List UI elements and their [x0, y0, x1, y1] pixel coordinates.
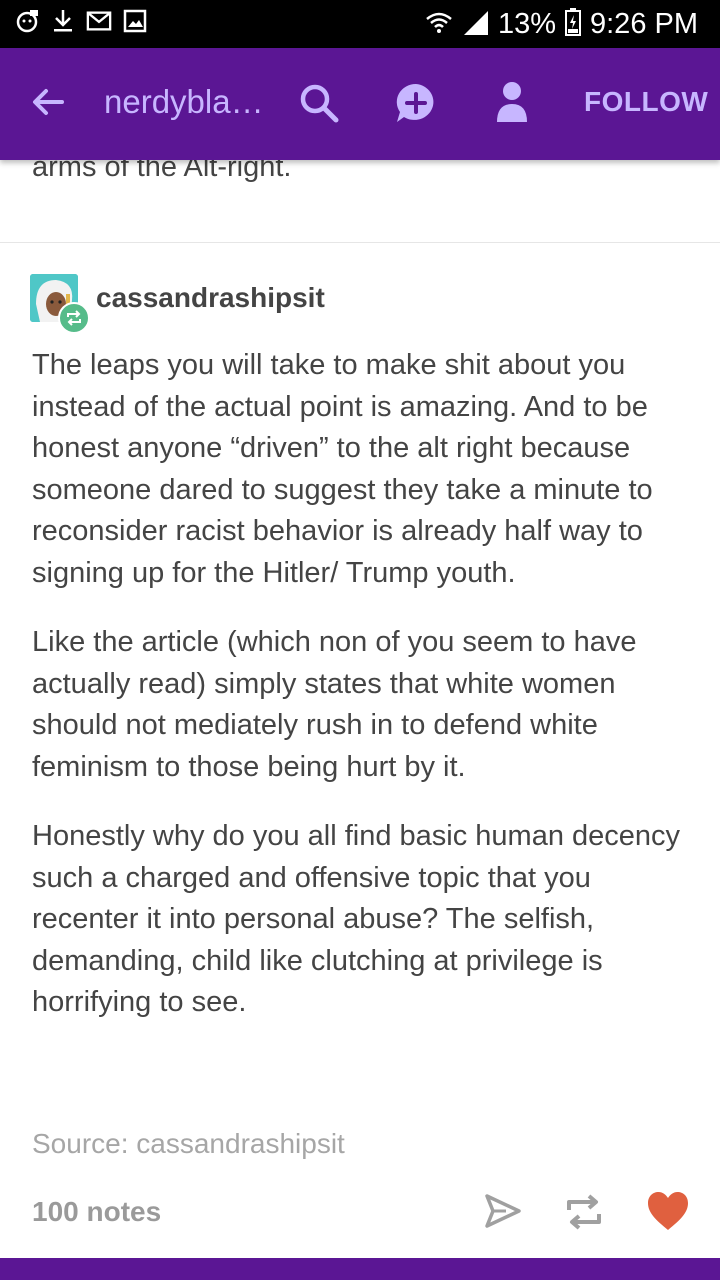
post-divider	[0, 242, 720, 243]
reblog-button[interactable]	[564, 1192, 604, 1232]
person-icon	[497, 82, 527, 122]
post-paragraph-1: The leaps you will take to make shit abo…	[32, 349, 653, 589]
post-feed[interactable]: arms of the Alt-right. cassandraship­sit…	[0, 151, 720, 1260]
blog-name[interactable]: nerdybla…	[104, 82, 264, 122]
post-body: The leaps you will take to make shit abo…	[32, 345, 692, 1052]
like-button[interactable]	[646, 1190, 690, 1232]
bottom-navigation-bar	[0, 1258, 720, 1280]
battery-icon	[564, 7, 582, 42]
download-icon	[50, 8, 76, 34]
gmail-icon	[86, 8, 112, 34]
heart-icon	[648, 1192, 688, 1230]
avatar[interactable]	[30, 274, 90, 334]
share-button[interactable]	[484, 1192, 522, 1230]
image-icon	[122, 8, 148, 34]
post-source-link[interactable]: Source: cassandrashipsit	[32, 1124, 345, 1164]
reblog-badge	[58, 302, 90, 334]
share-icon	[485, 1194, 521, 1228]
message-icon	[396, 83, 434, 122]
notes-count[interactable]: 100 notes	[32, 1192, 161, 1232]
status-bar: 13% 9:26 PM	[0, 0, 720, 48]
message-button[interactable]	[394, 81, 438, 125]
reblog-icon	[567, 1194, 601, 1230]
post-username[interactable]: cassandraship­sit	[96, 278, 325, 318]
wifi-icon	[424, 7, 454, 42]
post-paragraph-3: Honestly why do you all find basic human…	[32, 820, 681, 1018]
account-button[interactable]	[494, 80, 530, 124]
back-button[interactable]	[28, 82, 68, 122]
status-notification-icons	[14, 8, 148, 34]
search-icon	[300, 84, 339, 123]
post-paragraph-2: Like the article (which non of you seem …	[32, 626, 637, 783]
battery-percent: 13%	[497, 8, 556, 40]
follow-button[interactable]: FOLLOW	[584, 84, 708, 120]
status-system-icons: 13% 9:26 PM	[424, 6, 698, 42]
back-arrow-icon	[33, 89, 64, 115]
notification-icon	[14, 8, 40, 34]
clock: 9:26 PM	[590, 8, 698, 40]
signal-icon	[462, 7, 490, 42]
reblog-badge-icon	[67, 310, 81, 326]
search-button[interactable]	[298, 82, 340, 124]
app-bar: nerdybla… FOLLOW	[0, 48, 720, 160]
